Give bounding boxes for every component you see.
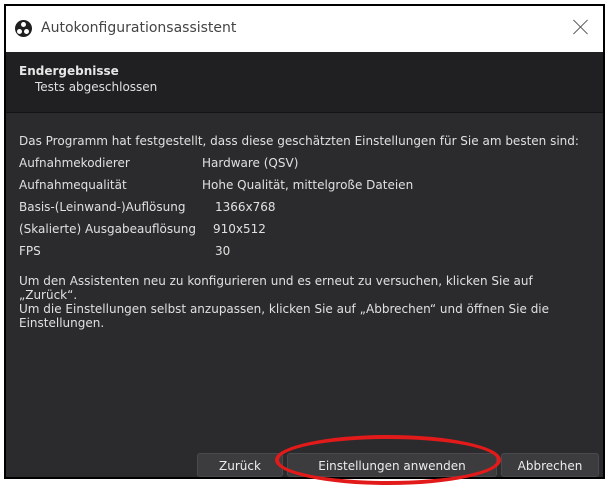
wizard-window: Autokonfigurationsassistent Endergebniss… <box>4 4 605 479</box>
result-label: Aufnahmequalität <box>19 178 127 192</box>
result-value: Hardware (QSV) <box>202 156 299 170</box>
results-content: Das Programm hat festgestellt, dass dies… <box>19 134 589 266</box>
title-bar: Autokonfigurationsassistent <box>6 6 603 52</box>
result-label: Aufnahmekodierer <box>19 156 130 170</box>
cancel-button[interactable]: Abbrechen <box>501 453 599 477</box>
result-label: (Skalierte) Ausgabeauflösung <box>19 222 196 236</box>
result-label: FPS <box>19 244 41 258</box>
instructions-text: Um den Assistenten neu zu konfigurieren … <box>19 274 594 330</box>
instructions-line: Um die Einstellungen selbst anzupassen, … <box>19 302 550 316</box>
header-title: Endergebnisse <box>19 64 119 78</box>
window-title: Autokonfigurationsassistent <box>41 20 237 36</box>
result-row-base-resolution: Basis-(Leinwand-)Auflösung 1366x768 <box>19 200 589 222</box>
apply-settings-button[interactable]: Einstellungen anwenden <box>287 453 497 477</box>
result-row-encoder: Aufnahmekodierer Hardware (QSV) <box>19 156 589 178</box>
result-value: 910x512 <box>213 222 266 236</box>
instructions-line: Einstellungen. <box>19 316 105 330</box>
instructions-line: Um den Assistenten neu zu konfigurieren … <box>19 274 533 302</box>
close-icon[interactable] <box>569 15 593 39</box>
back-button[interactable]: Zurück <box>197 453 283 477</box>
header-subtitle: Tests abgeschlossen <box>35 80 158 94</box>
result-row-fps: FPS 30 <box>19 244 589 266</box>
result-value: 30 <box>215 244 231 258</box>
intro-text: Das Programm hat festgestellt, dass dies… <box>19 134 579 148</box>
result-row-output-resolution: (Skalierte) Ausgabeauflösung 910x512 <box>19 222 589 244</box>
obs-logo-icon <box>15 20 32 37</box>
result-value: 1366x768 <box>215 200 276 214</box>
result-value: Hohe Qualität, mittelgroße Dateien <box>202 178 414 192</box>
result-row-quality: Aufnahmequalität Hohe Qualität, mittelgr… <box>19 178 589 200</box>
results-header: Endergebnisse Tests abgeschlossen <box>6 52 603 113</box>
result-label: Basis-(Leinwand-)Auflösung <box>19 200 186 214</box>
